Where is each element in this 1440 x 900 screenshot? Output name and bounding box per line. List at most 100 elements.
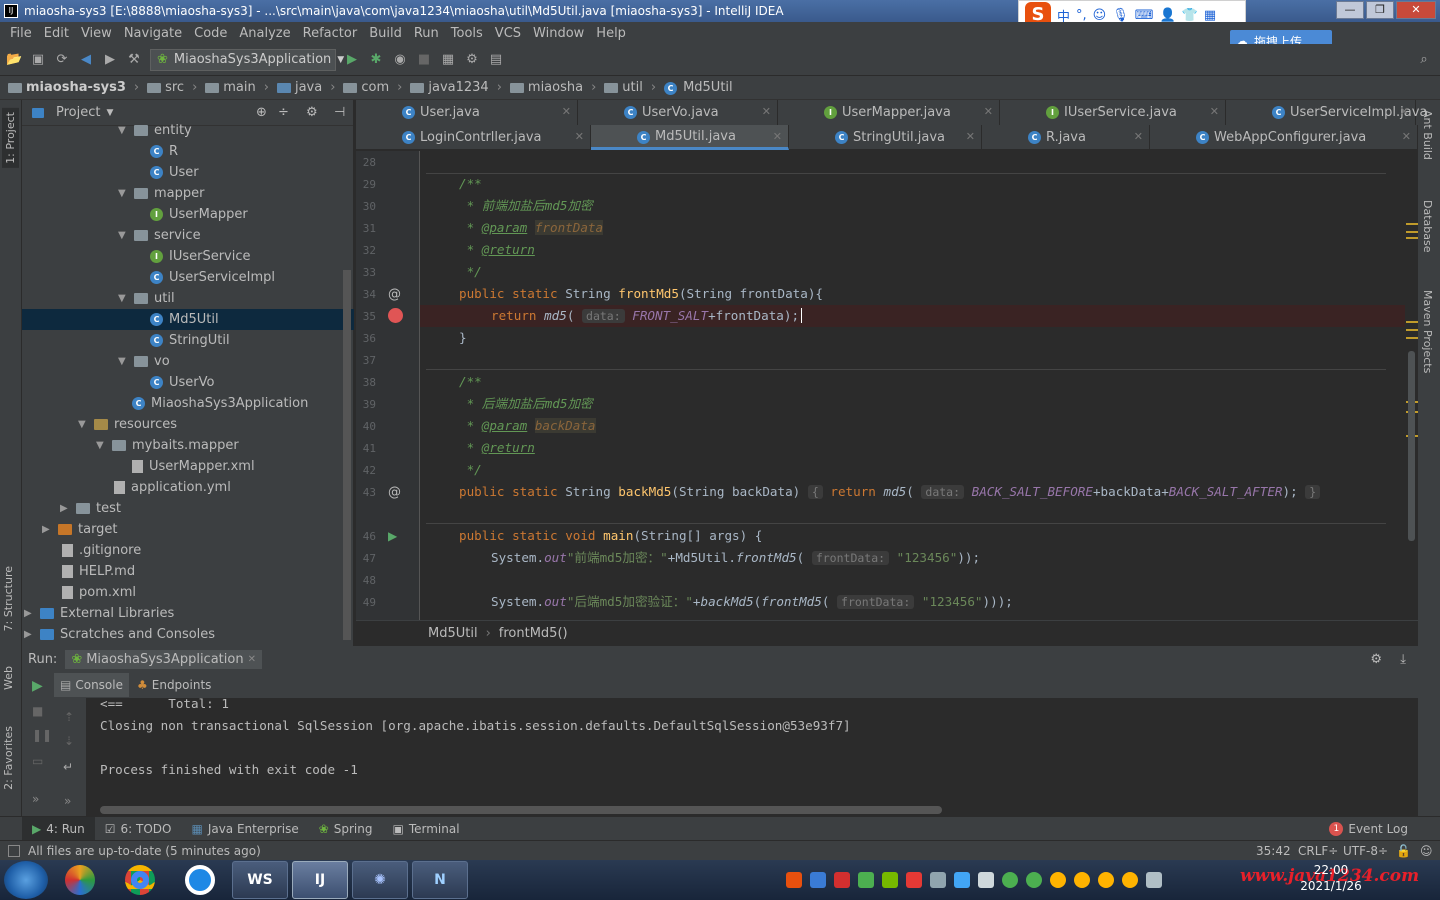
- expand-arrow-icon[interactable]: ▶: [60, 503, 70, 514]
- taskbar-app-colors[interactable]: [52, 861, 108, 899]
- taskbar-app-intellij[interactable]: IJ: [292, 861, 348, 899]
- expand-arrow-icon[interactable]: ▼: [118, 293, 128, 304]
- stop-icon[interactable]: ■: [32, 704, 43, 718]
- tool-tab-todo[interactable]: ☑ 6: TODO: [95, 817, 182, 841]
- implements-icon[interactable]: @: [388, 287, 401, 302]
- stripe-tab-structure[interactable]: 7: Structure: [2, 566, 15, 631]
- tree-item[interactable]: ▼ util: [118, 288, 175, 309]
- nav-crumb[interactable]: src: [147, 80, 184, 95]
- stripe-tab-database[interactable]: Database: [1421, 200, 1434, 253]
- run-config-tab[interactable]: ❀ MiaoshaSys3Application ✕: [65, 649, 262, 669]
- tree-item[interactable]: ▼ entity: [118, 120, 192, 141]
- editor-tab[interactable]: C User.java ✕: [356, 100, 578, 125]
- save-icon[interactable]: ▣: [30, 52, 46, 68]
- close-tab-icon[interactable]: ✕: [984, 105, 993, 118]
- tree-item[interactable]: pom.xml: [62, 582, 136, 603]
- s-tray-icon[interactable]: [906, 872, 922, 888]
- breadcrumb-class[interactable]: Md5Util: [428, 626, 478, 641]
- ime-skin-icon[interactable]: 👕: [1182, 8, 1198, 23]
- ime-keyboard-icon[interactable]: ⌨: [1135, 8, 1154, 23]
- editor-tab[interactable]: C UserVo.java ✕: [578, 100, 778, 125]
- ime-emoji-icon[interactable]: ☺: [1093, 8, 1107, 23]
- close-tab-icon[interactable]: ✕: [562, 105, 571, 118]
- editor-tab[interactable]: C StringUtil.java ✕: [789, 125, 982, 150]
- box-tray-icon[interactable]: [810, 872, 826, 888]
- close-button[interactable]: ✕: [1396, 1, 1436, 19]
- shield-icon[interactable]: [858, 872, 874, 888]
- bluetooth-tray-icon[interactable]: [954, 872, 970, 888]
- close-tab-icon[interactable]: ✕: [773, 130, 782, 143]
- wechat-tray-icon[interactable]: [1026, 872, 1042, 888]
- menu-help[interactable]: Help: [590, 26, 632, 41]
- more-icon[interactable]: »: [64, 794, 71, 808]
- sdk-icon[interactable]: ▤: [488, 52, 504, 68]
- stripe-tab-favorites[interactable]: 2: Favorites: [2, 726, 15, 790]
- editor-tab[interactable]: C LoginContrller.java ✕: [356, 125, 591, 150]
- nav-crumb[interactable]: C Md5Util: [664, 80, 733, 95]
- expand-arrow-icon[interactable]: ▼: [118, 230, 128, 241]
- project-title[interactable]: Project: [56, 105, 100, 120]
- ime-user-icon[interactable]: 👤: [1160, 8, 1176, 23]
- maximize-button[interactable]: ❐: [1366, 1, 1394, 19]
- menu-run[interactable]: Run: [408, 26, 445, 41]
- console-output[interactable]: <== Total: 1 Closing non transactional S…: [86, 698, 1418, 816]
- tree-item[interactable]: ▼ service: [118, 225, 201, 246]
- expand-arrow-icon[interactable]: ▼: [96, 440, 106, 451]
- tree-item[interactable]: .gitignore: [62, 540, 141, 561]
- locate-icon[interactable]: ⊕: [256, 105, 267, 120]
- debug-icon[interactable]: ✱: [368, 52, 384, 68]
- run-icon[interactable]: ▶: [344, 52, 360, 68]
- ime-mic-icon[interactable]: 🎙: [1112, 8, 1129, 23]
- tree-item[interactable]: I UserMapper: [150, 204, 248, 225]
- search-icon[interactable]: ⌕: [1416, 52, 1432, 68]
- more-icon[interactable]: »: [32, 792, 39, 806]
- breakpoint-icon[interactable]: [388, 308, 403, 323]
- taskbar-app-navicat[interactable]: N: [412, 861, 468, 899]
- nav-crumb[interactable]: main: [205, 80, 256, 95]
- menu-refactor[interactable]: Refactor: [297, 26, 364, 41]
- menu-analyze[interactable]: Analyze: [233, 26, 296, 41]
- run-gutter-icon[interactable]: ▶: [388, 529, 397, 543]
- minimize-button[interactable]: —: [1336, 1, 1364, 19]
- editor-tab[interactable]: C Md5Util.java ✕: [591, 125, 789, 150]
- nav-crumb[interactable]: util: [604, 80, 643, 95]
- qq-tray-icon[interactable]: [1050, 872, 1066, 888]
- status-toggle-icon[interactable]: [8, 844, 20, 857]
- close-tab-icon[interactable]: ✕: [762, 105, 771, 118]
- event-log-button[interactable]: 1 Event Log: [1319, 817, 1418, 841]
- taskbar-clock[interactable]: 22:00 2021/1/26: [1296, 862, 1366, 894]
- file-encoding[interactable]: UTF-8÷: [1343, 844, 1388, 858]
- tree-item[interactable]: ▼ resources: [78, 414, 177, 435]
- monitor-tray-icon[interactable]: [978, 872, 994, 888]
- tree-item[interactable]: CR: [150, 141, 178, 162]
- lock-icon[interactable]: 🔓: [1396, 844, 1411, 858]
- tree-item[interactable]: I IUserService: [150, 246, 251, 267]
- taskbar-app-chrome[interactable]: [112, 861, 168, 899]
- tool-tab-spring[interactable]: ❀ Spring: [309, 817, 383, 841]
- close-icon[interactable]: ✕: [248, 654, 256, 665]
- tab-console[interactable]: ▤ Console: [54, 673, 129, 697]
- hide-icon[interactable]: ⊣: [334, 105, 345, 120]
- back-icon[interactable]: ◀: [78, 52, 94, 68]
- menu-view[interactable]: View: [75, 26, 118, 41]
- open-folder-icon[interactable]: 📂: [6, 52, 22, 68]
- volume-icon[interactable]: [1146, 872, 1162, 888]
- taskbar-app-webstorm[interactable]: WS: [232, 861, 288, 899]
- stripe-tab-web[interactable]: Web: [2, 666, 15, 690]
- tool-tab-java-enterprise[interactable]: ▦ Java Enterprise: [181, 817, 308, 841]
- nav-crumb[interactable]: java1234: [410, 80, 489, 95]
- hide-panel-icon[interactable]: ⤓: [1400, 652, 1406, 667]
- line-separator[interactable]: CRLF÷: [1298, 844, 1338, 858]
- menu-edit[interactable]: Edit: [38, 26, 75, 41]
- implements-icon[interactable]: @: [388, 485, 401, 500]
- tree-item[interactable]: UserMapper.xml: [132, 456, 255, 477]
- chevron-down-icon[interactable]: ▼: [106, 108, 113, 118]
- editor-tab[interactable]: C R.java ✕: [982, 125, 1150, 150]
- tree-item[interactable]: C UserServiceImpl: [150, 267, 275, 288]
- nvidia-tray-icon[interactable]: [882, 872, 898, 888]
- run-config-select[interactable]: ❀ MiaoshaSys3Application ▼: [150, 48, 344, 71]
- qq-tray-icon[interactable]: [1122, 872, 1138, 888]
- tree-item[interactable]: C MiaoshaSys3Application: [132, 393, 308, 414]
- breadcrumb-method[interactable]: frontMd5(): [499, 626, 568, 641]
- stripe-tab-maven[interactable]: Maven Projects: [1421, 290, 1434, 373]
